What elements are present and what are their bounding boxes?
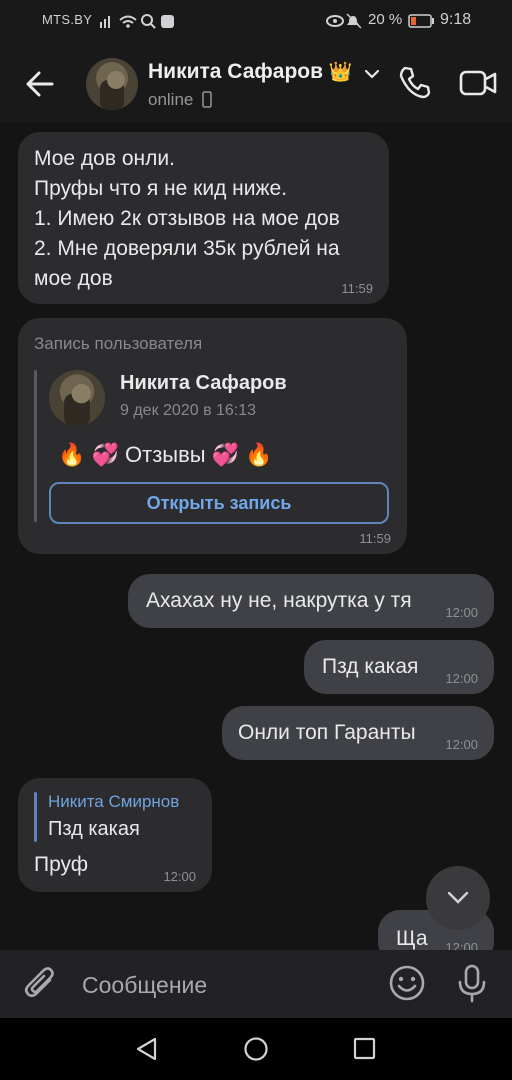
message-time: 12:00 [445,737,478,752]
status-bar: MTS.BY 20 % 9:18 [0,0,512,42]
post-author-avatar[interactable] [49,370,105,426]
message-bubble-incoming[interactable]: Мое дов онли. Пруфы что я не кид ниже. 1… [18,132,389,304]
back-arrow-icon[interactable] [22,66,58,102]
message-line: 1. Имею 2к отзывов на мое дов [34,207,340,230]
message-input[interactable]: Сообщение [82,972,207,999]
reply-author[interactable]: Никита Смирнов [48,792,179,812]
message-text: Пруф [34,853,89,876]
scroll-to-bottom-button[interactable] [426,866,490,930]
chat-header: Никита Сафаров 👑 online [0,42,512,122]
message-time: 12:00 [445,940,478,950]
reply-text: Пзд какая [48,818,140,840]
chevron-down-icon [447,891,469,904]
message-line: Мое дов онли. [34,147,175,170]
message-text: Ща [396,927,428,950]
message-composer: Сообщение [0,950,512,1018]
status-icons-left [100,14,174,29]
clock: 9:18 [440,11,472,28]
microphone-icon[interactable] [456,964,488,1004]
crown-emoji: 👑 [328,62,353,83]
post-author-name[interactable]: Никита Сафаров [120,372,287,395]
nav-recents-icon[interactable] [352,1036,378,1062]
system-nav-bar [0,1018,512,1080]
message-list[interactable]: Мое дов онли. Пруфы что я не кид ниже. 1… [0,122,512,950]
open-post-button[interactable]: Открыть запись [49,482,389,524]
message-line: Пруфы что я не кид ниже. [34,177,288,200]
message-text: Онли топ Гаранты [238,721,416,744]
post-text: 🔥 💞 Отзывы 💞 🔥 [58,442,273,467]
message-text: Пзд какая [322,655,419,678]
wall-post-label: Запись пользователя [34,334,203,353]
message-text: Ахахах ну не, накрутка у тя [146,589,412,612]
contact-avatar[interactable] [86,58,138,110]
message-bubble-incoming[interactable]: Никита Смирнов Пзд какая Пруф 12:00 [18,778,212,892]
nav-home-icon[interactable] [243,1036,269,1062]
attach-icon[interactable] [24,966,58,1002]
mobile-device-icon [202,91,212,108]
phone-icon[interactable] [396,64,432,100]
carrier-label: MTS.BY [42,12,93,27]
message-time: 12:00 [163,869,196,884]
presence-status: online [148,90,212,110]
message-bubble-outgoing[interactable]: Онли топ Гаранты 12:00 [222,706,494,760]
nav-back-icon[interactable] [134,1036,160,1062]
message-bubble-outgoing[interactable]: Ахахах ну не, накрутка у тя 12:00 [128,574,494,628]
message-time: 12:00 [445,605,478,620]
chevron-down-icon[interactable] [364,68,380,80]
status-icons-right [326,13,362,29]
message-time: 12:00 [445,671,478,686]
message-time: 11:59 [341,281,373,296]
post-date: 9 дек 2020 в 16:13 [120,402,257,419]
video-call-icon[interactable] [458,68,498,98]
message-line: 2. Мне доверяли 35к рублей на [34,237,340,260]
wall-post-bubble[interactable]: Запись пользователя Никита Сафаров 9 дек… [18,318,407,554]
battery-percent: 20 % [368,11,403,28]
message-line: мое дов [34,267,113,290]
contact-name[interactable]: Никита Сафаров 👑 [148,60,353,84]
message-time: 11:59 [359,531,391,546]
emoji-icon[interactable] [388,964,426,1002]
battery-icon [408,14,434,28]
message-bubble-outgoing[interactable]: Пзд какая 12:00 [304,640,494,694]
